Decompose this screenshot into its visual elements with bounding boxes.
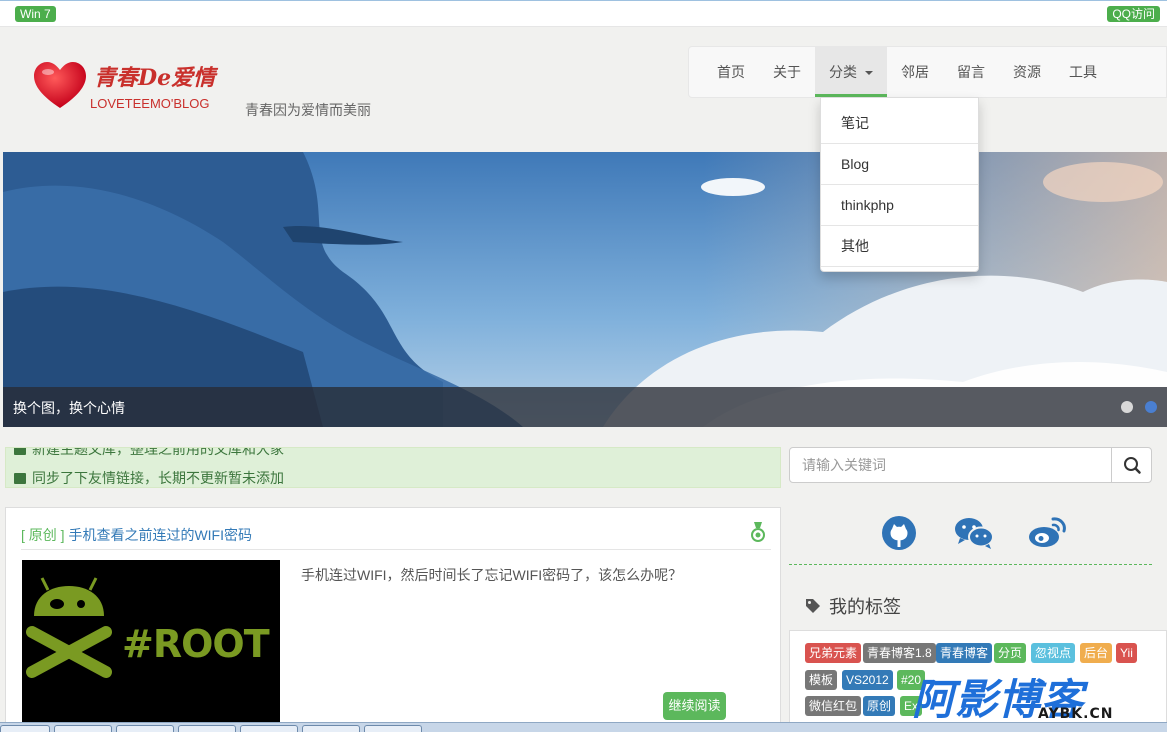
- github-icon[interactable]: [881, 515, 917, 551]
- post-origin: [ 原创 ]: [21, 527, 65, 543]
- taskbar-app-6[interactable]: [364, 725, 422, 732]
- nav-item-category[interactable]: 分类: [815, 47, 887, 97]
- category-dropdown: 笔记 Blog thinkphp 其他: [820, 97, 979, 272]
- tag-item[interactable]: 后台: [1080, 643, 1113, 663]
- tag-item[interactable]: 分页: [994, 643, 1027, 663]
- tags-title: 我的标签: [829, 597, 901, 617]
- post-title: 手机查看之前连过的WIFI密码: [68, 527, 252, 543]
- os-badge[interactable]: Win 7: [15, 6, 56, 22]
- tag-item[interactable]: 青春博客: [936, 643, 993, 663]
- site-logo[interactable]: 青春De爱情 LOVETEEMO'BLOG: [32, 58, 232, 118]
- taskbar-app-1[interactable]: [54, 725, 112, 732]
- read-more-button[interactable]: 继续阅读: [663, 692, 726, 720]
- taskbar-app-2[interactable]: [116, 725, 174, 732]
- dropdown-item-other[interactable]: 其他: [821, 226, 978, 267]
- post-thumbnail[interactable]: #ROOT: [22, 560, 280, 732]
- tag-icon: [806, 599, 820, 613]
- search-bar: [789, 447, 1152, 483]
- dropdown-item-thinkphp[interactable]: thinkphp: [821, 185, 978, 226]
- tag-item[interactable]: 微信红包: [805, 696, 862, 716]
- search-icon: [1124, 457, 1141, 474]
- start-button[interactable]: [0, 725, 50, 732]
- tag-item[interactable]: 兄弟元素: [805, 643, 862, 663]
- post-thumb-text: #ROOT: [122, 622, 270, 666]
- slide-dot-2[interactable]: [1145, 401, 1157, 413]
- banner-caption: 换个图，换个心情: [13, 400, 125, 416]
- notice-text-2: 同步了下友情链接，长期不更新暂未添加: [32, 470, 284, 486]
- qq-visit-badge[interactable]: QQ访问: [1107, 6, 1160, 22]
- social-links: [789, 505, 1152, 565]
- top-bar: Win 7 QQ访问: [0, 0, 1167, 27]
- search-input[interactable]: [789, 447, 1112, 483]
- wechat-icon[interactable]: [953, 515, 995, 551]
- site-slogan: 青春因为爱情而美丽: [245, 102, 371, 118]
- slide-dot-1[interactable]: [1121, 401, 1133, 413]
- shopping-bag-icon: [14, 473, 26, 484]
- tag-item[interactable]: 忽视点: [1031, 643, 1076, 663]
- taskbar-app-3[interactable]: [178, 725, 236, 732]
- os-taskbar: [0, 722, 1167, 732]
- nav-item-about[interactable]: 关于: [759, 47, 815, 97]
- hero-banner[interactable]: 换个图，换个心情: [3, 152, 1167, 427]
- tag-item[interactable]: 原创: [863, 696, 896, 716]
- notice-ticker: 新建主题文库，整理之前用的文库和大家 同步了下友情链接，长期不更新暂未添加: [5, 447, 781, 488]
- weibo-icon[interactable]: [1027, 515, 1067, 551]
- notice-line-2[interactable]: 同步了下友情链接，长期不更新暂未添加: [14, 468, 284, 487]
- notice-line-1[interactable]: 新建主题文库，整理之前用的文库和大家: [14, 447, 284, 459]
- nav-item-neighbors[interactable]: 邻居: [887, 47, 943, 97]
- post-title-link[interactable]: [ 原创 ] 手机查看之前连过的WIFI密码: [21, 525, 252, 545]
- nav-item-tools[interactable]: 工具: [1055, 47, 1111, 97]
- nav-item-home[interactable]: 首页: [703, 47, 759, 97]
- tag-item[interactable]: 青春博客1.8: [863, 643, 936, 663]
- banner-caption-bar: 换个图，换个心情: [3, 387, 1167, 427]
- logo-subtitle: LOVETEEMO'BLOG: [90, 96, 210, 111]
- dropdown-item-blog[interactable]: Blog: [821, 144, 978, 185]
- tag-item[interactable]: 模板: [805, 670, 838, 690]
- watermark-domain: AYBK.CN: [1038, 706, 1114, 722]
- nav-item-resources[interactable]: 资源: [999, 47, 1055, 97]
- notice-text-1: 新建主题文库，整理之前用的文库和大家: [32, 447, 284, 457]
- dropdown-item-notes[interactable]: 笔记: [821, 103, 978, 144]
- taskbar-app-5[interactable]: [302, 725, 360, 732]
- post-card: [ 原创 ] 手机查看之前连过的WIFI密码 #ROOT 手机连过WIFI，然后…: [5, 507, 781, 732]
- nav-item-category-label: 分类: [829, 64, 857, 80]
- logo-title: 青春De爱情: [94, 65, 216, 91]
- medal-icon: [751, 522, 765, 542]
- tag-item[interactable]: VS2012: [842, 670, 893, 690]
- nav-item-messages[interactable]: 留言: [943, 47, 999, 97]
- main-nav: 首页 关于 分类 邻居 留言 资源 工具: [688, 46, 1167, 98]
- shopping-bag-icon: [14, 448, 26, 455]
- tags-heading: 我的标签: [805, 593, 901, 619]
- banner-image: [3, 152, 1167, 427]
- post-divider: [21, 549, 771, 550]
- taskbar-app-4[interactable]: [240, 725, 298, 732]
- post-summary: 手机连过WIFI，然后时间长了忘记WIFI密码了，该怎么办呢？: [301, 567, 683, 583]
- tag-item[interactable]: Yii: [1116, 643, 1137, 663]
- search-button[interactable]: [1111, 447, 1152, 483]
- caret-down-icon: [865, 71, 873, 76]
